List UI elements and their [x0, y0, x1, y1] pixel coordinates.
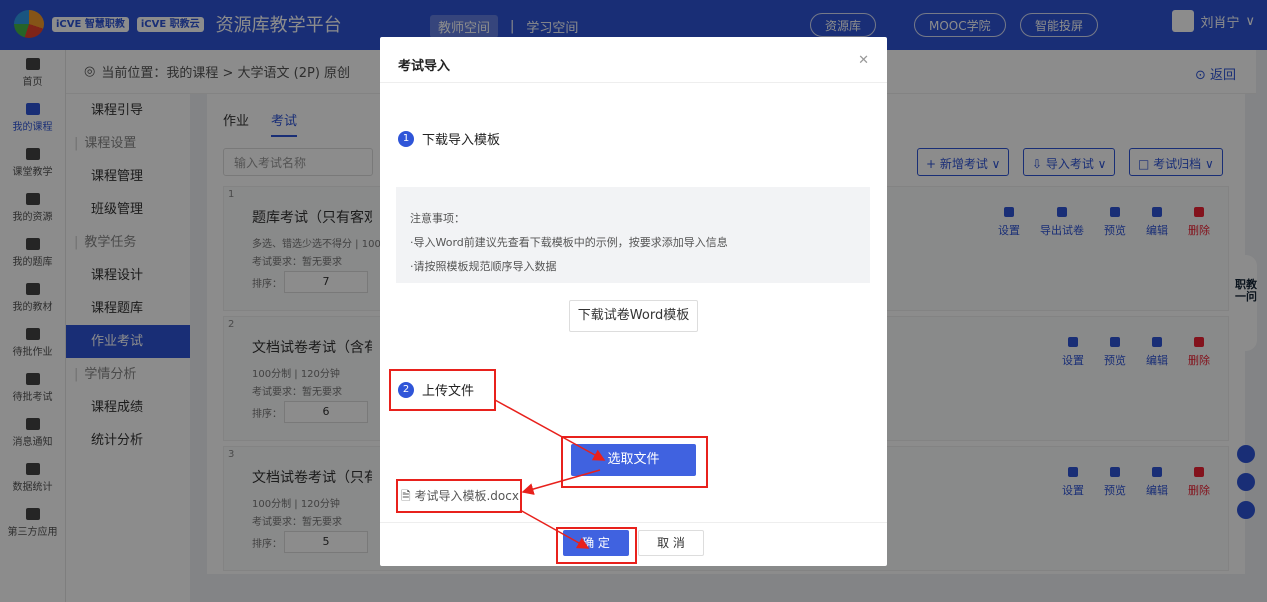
annotation-arrows [494, 399, 606, 549]
